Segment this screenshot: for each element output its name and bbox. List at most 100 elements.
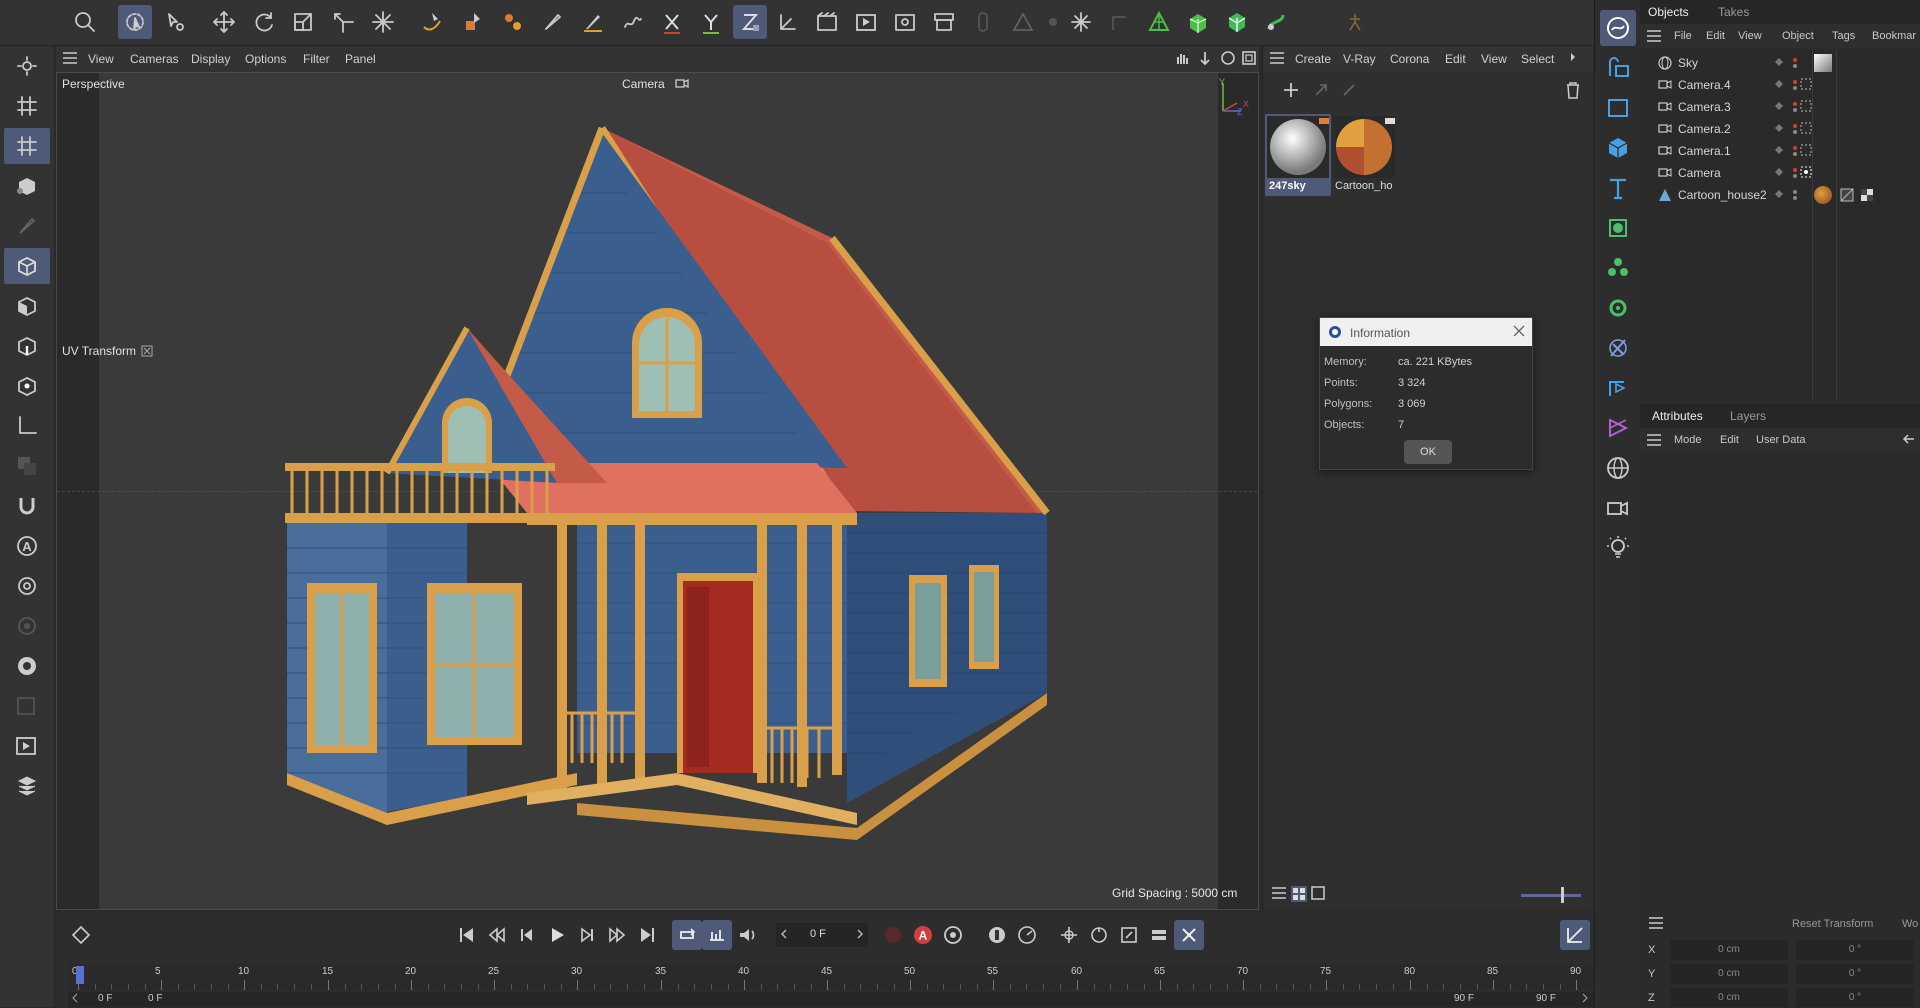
play-preview-icon[interactable]: [4, 728, 50, 764]
maximize-view-icon[interactable]: [1241, 50, 1257, 66]
range-start-handle[interactable]: 0 F: [148, 993, 162, 1004]
ok-button[interactable]: OK: [1404, 440, 1452, 464]
layer-icon[interactable]: [1774, 101, 1784, 111]
playhead[interactable]: [76, 966, 84, 984]
house-model[interactable]: [57, 73, 1257, 909]
close-icon[interactable]: [1512, 324, 1526, 338]
transform-tool-icon[interactable]: [326, 5, 360, 39]
field-icon[interactable]: [1600, 370, 1636, 406]
cube-icon[interactable]: [1600, 130, 1636, 166]
effector-gear-icon[interactable]: [1600, 290, 1636, 326]
position-x-field[interactable]: 0 cm: [1670, 940, 1788, 960]
position-y-field[interactable]: 0 cm: [1670, 964, 1788, 984]
visibility-dots-icon[interactable]: [1792, 166, 1798, 180]
cartoon-material-tag-icon[interactable]: [1814, 186, 1832, 204]
range-end-handle[interactable]: 90 F: [1454, 993, 1474, 1004]
menu-filter[interactable]: Filter: [303, 52, 330, 66]
layer-icon[interactable]: [1774, 79, 1784, 89]
uvw-tag-icon[interactable]: [1840, 188, 1854, 202]
rotate-tool-icon[interactable]: [247, 5, 281, 39]
zoom-slider-handle[interactable]: [1561, 887, 1564, 903]
spline-icon[interactable]: [1600, 50, 1636, 86]
search-icon[interactable]: [68, 5, 102, 39]
spline-sketch-icon[interactable]: [456, 5, 490, 39]
knife-tool-icon[interactable]: [576, 5, 610, 39]
script-s-icon[interactable]: [4, 768, 50, 804]
object-hamburger-icon[interactable]: [1646, 29, 1662, 43]
visibility-dots-icon[interactable]: [1792, 122, 1798, 136]
sound-icon[interactable]: [732, 920, 762, 950]
end-frame-value[interactable]: 90 F: [1536, 993, 1556, 1004]
material-swatch-cartoon[interactable]: Cartoon_ho: [1331, 114, 1397, 196]
cloner-icon[interactable]: [1600, 250, 1636, 286]
target-tag-icon[interactable]: [1800, 78, 1812, 90]
attr-menu-mode[interactable]: Mode: [1674, 434, 1702, 446]
mat-menu-corona[interactable]: Corona: [1390, 52, 1429, 66]
parameter-key-icon[interactable]: [1144, 920, 1174, 950]
start-frame-value[interactable]: 0 F: [98, 993, 112, 1004]
obj-menu-bookmarks[interactable]: Bookmar: [1872, 30, 1916, 42]
obj-menu-edit[interactable]: Edit: [1706, 30, 1725, 42]
object-row-camera4[interactable]: Camera.4: [1640, 74, 1920, 96]
attr-menu-edit[interactable]: Edit: [1720, 434, 1739, 446]
preview-range-icon[interactable]: [702, 920, 732, 950]
generator-icon[interactable]: [1600, 210, 1636, 246]
hamburger-icon[interactable]: [62, 51, 78, 65]
list-view-icon[interactable]: [1271, 886, 1287, 900]
obj-menu-tags[interactable]: Tags: [1832, 30, 1855, 42]
grid-tool-icon[interactable]: [4, 88, 50, 124]
next-key-icon[interactable]: [602, 920, 632, 950]
motion-record-icon[interactable]: [982, 920, 1012, 950]
3d-viewport[interactable]: Perspective Camera UV Transform Y X Z Gr…: [56, 72, 1259, 910]
axis-mode-icon[interactable]: [4, 408, 50, 444]
add-material-icon[interactable]: [1281, 80, 1301, 100]
coordinate-system-icon[interactable]: [772, 5, 806, 39]
rotation-x-field[interactable]: 0 °: [1796, 940, 1914, 960]
snap-enable-icon[interactable]: A: [4, 528, 50, 564]
pan-hand-icon[interactable]: [1174, 50, 1190, 66]
visibility-dots-icon[interactable]: [1792, 100, 1798, 114]
phong-tag-icon[interactable]: [1860, 188, 1874, 202]
object-row-camera[interactable]: Camera: [1640, 162, 1920, 184]
mat-menu-vray[interactable]: V-Ray: [1343, 52, 1376, 66]
zoom-slider[interactable]: [1521, 887, 1581, 903]
model-mode-icon[interactable]: [4, 248, 50, 284]
attribute-hamburger-icon[interactable]: [1646, 433, 1662, 447]
layer-icon[interactable]: [1774, 57, 1784, 67]
material-swatch-247sky[interactable]: 247sky: [1265, 114, 1331, 196]
z-axis-lock-icon[interactable]: [733, 5, 767, 39]
menu-cameras[interactable]: Cameras: [130, 52, 179, 66]
range-chevron-right-icon[interactable]: [1582, 993, 1588, 1003]
polygon-mode-icon[interactable]: [4, 288, 50, 324]
menu-options[interactable]: Options: [245, 52, 286, 66]
timeline-ruler[interactable]: 0 5 10 15 20 25 30 35 40 45 50 55 60 65 70 75 80 85 90: [68, 964, 1594, 990]
solo-icon[interactable]: [4, 608, 50, 644]
rectangle-spline-icon[interactable]: [1600, 90, 1636, 126]
deformer-icon[interactable]: [1259, 5, 1293, 39]
character-icon[interactable]: [1338, 5, 1372, 39]
go-to-end-icon[interactable]: [632, 920, 662, 950]
render-settings-icon[interactable]: [888, 5, 922, 39]
magnet-icon[interactable]: [4, 488, 50, 524]
loop-icon[interactable]: [672, 920, 702, 950]
workplane-icon[interactable]: [4, 568, 50, 604]
visibility-dots-icon[interactable]: [1792, 188, 1798, 202]
orbit-icon[interactable]: [1220, 50, 1236, 66]
record-icon[interactable]: [878, 920, 908, 950]
keyframe-diamond-icon[interactable]: [66, 920, 96, 950]
menu-display[interactable]: Display: [191, 52, 230, 66]
target-tag-icon[interactable]: [1800, 100, 1812, 112]
sky-material-tag-icon[interactable]: [1814, 54, 1832, 72]
point-level-animation-icon[interactable]: [1174, 920, 1204, 950]
obj-menu-view[interactable]: View: [1738, 30, 1762, 42]
material-link-icon[interactable]: [1339, 80, 1359, 100]
point-mode-icon[interactable]: [4, 368, 50, 404]
object-row-camera2[interactable]: Camera.2: [1640, 118, 1920, 140]
current-frame-field[interactable]: 0 F: [776, 923, 868, 947]
coord-hamburger-icon[interactable]: [1648, 916, 1664, 930]
mat-menu-edit[interactable]: Edit: [1445, 52, 1466, 66]
target-tag-icon[interactable]: [1800, 122, 1812, 134]
grid-view-icon[interactable]: [1291, 886, 1307, 902]
object-row-cartoon-house2[interactable]: Cartoon_house2: [1640, 184, 1920, 206]
snap-grid-icon[interactable]: [1104, 5, 1138, 39]
